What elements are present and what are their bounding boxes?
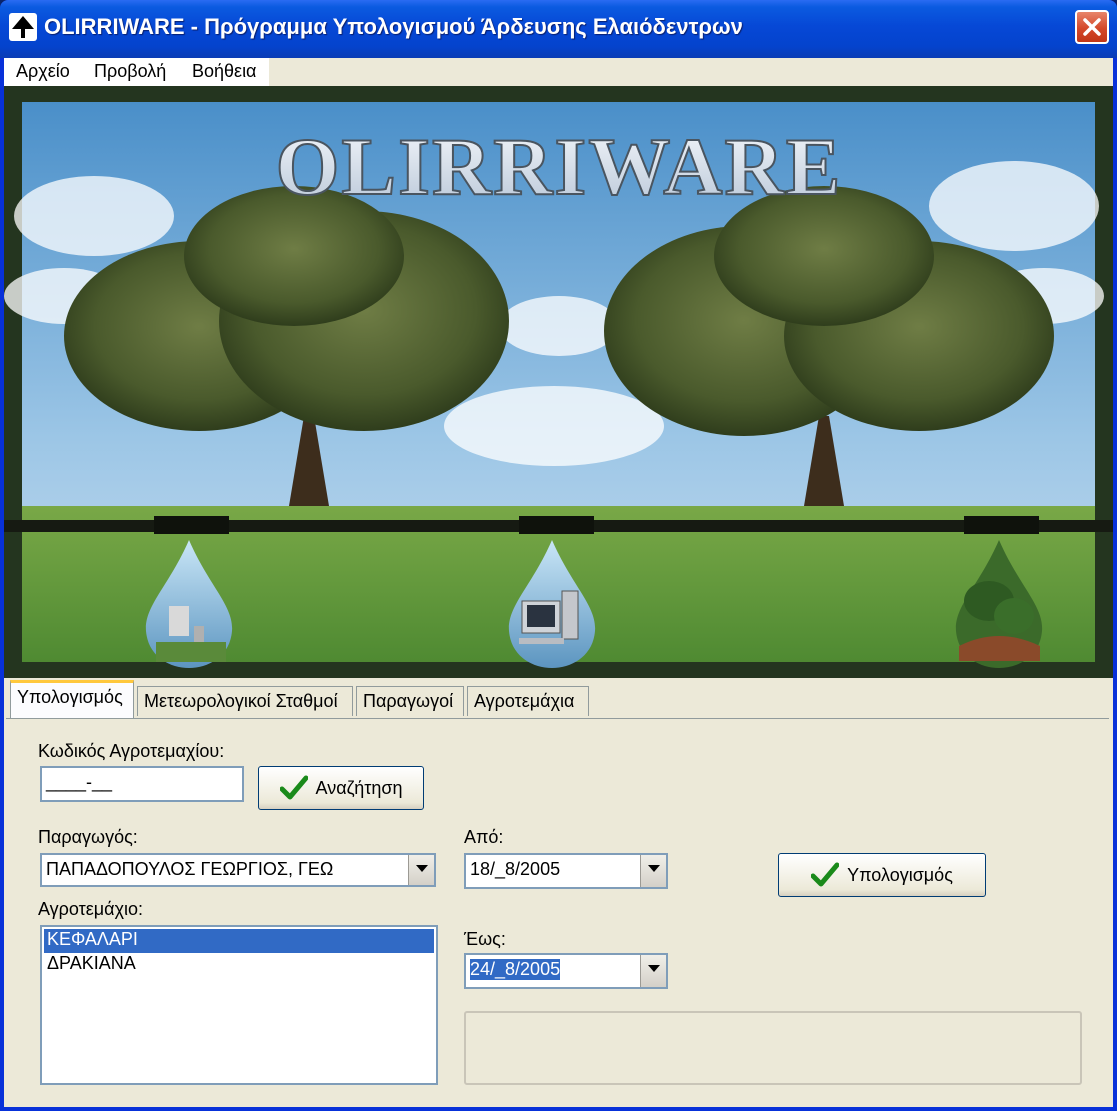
tab-plots[interactable]: Αγροτεμάχια: [467, 686, 589, 716]
banner-logo: OLIRRIWARE: [276, 121, 843, 212]
tab-strip: Υπολογισμός Μετεωρολογικοί Σταθμοί Παραγ…: [4, 680, 1113, 718]
plot-list-item[interactable]: ΚΕΦΑΛΑΡΙ: [44, 929, 434, 953]
search-button-label: Αναζήτηση: [315, 777, 403, 798]
to-date-picker[interactable]: 24/_8/2005: [464, 953, 668, 989]
from-label: Από:: [464, 827, 504, 847]
menu-file[interactable]: Αρχείο: [16, 61, 70, 82]
checkmark-icon: [811, 862, 840, 887]
plot-list-item[interactable]: ΔΡΑΚΙΑΝΑ: [44, 953, 434, 977]
menu-bar: Αρχείο Προβολή Βοήθεια: [4, 58, 269, 86]
banner-image: OLIRRIWARE: [4, 86, 1113, 678]
close-button[interactable]: [1075, 10, 1109, 44]
app-tree-icon: [9, 13, 37, 41]
producer-value: ΠΑΠΑΔΟΠΟΥΛΟΣ ΓΕΩΡΓΙΟΣ, ΓΕΩ: [46, 859, 334, 879]
producer-label: Παραγωγός:: [38, 827, 138, 847]
main-window: OLIRRIWARE - Πρόγραμμα Υπολογισμού Άρδευ…: [0, 0, 1117, 1111]
tab-producers[interactable]: Παραγωγοί: [356, 686, 464, 716]
calculate-button-label: Υπολογισμός: [847, 864, 953, 885]
from-date-value: 18/_8/2005: [470, 859, 561, 879]
from-date-picker[interactable]: 18/_8/2005: [464, 853, 668, 889]
calculate-button[interactable]: Υπολογισμός: [778, 853, 986, 897]
plot-code-label: Κωδικός Αγροτεμαχίου:: [38, 741, 225, 761]
menu-view[interactable]: Προβολή: [94, 61, 166, 82]
plot-label: Αγροτεμάχιο:: [38, 899, 144, 919]
menu-help[interactable]: Βοήθεια: [192, 61, 256, 82]
from-date-dropdown-button[interactable]: [640, 855, 666, 887]
plot-code-input[interactable]: ____-__: [40, 766, 244, 802]
result-box: [464, 1011, 1082, 1085]
chevron-down-icon: [648, 965, 660, 972]
close-icon: [1083, 18, 1101, 36]
to-date-dropdown-button[interactable]: [640, 955, 666, 987]
tab-calculation[interactable]: Υπολογισμός: [10, 680, 134, 718]
producer-select[interactable]: ΠΑΠΑΔΟΠΟΥΛΟΣ ΓΕΩΡΓΙΟΣ, ΓΕΩ: [40, 853, 436, 887]
client-area: Αρχείο Προβολή Βοήθεια OLIRRIWARE Υπολογ…: [4, 58, 1113, 1107]
calculation-panel: Κωδικός Αγροτεμαχίου: ____-__ Αναζήτηση …: [6, 718, 1109, 1105]
to-label: Έως:: [464, 929, 506, 949]
checkmark-icon: [279, 775, 308, 800]
chevron-down-icon: [416, 865, 428, 872]
title-bar[interactable]: OLIRRIWARE - Πρόγραμμα Υπολογισμού Άρδευ…: [0, 0, 1117, 58]
to-date-value: 24/_8/2005: [470, 959, 561, 980]
chevron-down-icon: [648, 865, 660, 872]
producer-dropdown-button[interactable]: [408, 855, 434, 885]
plot-listbox[interactable]: ΚΕΦΑΛΑΡΙ ΔΡΑΚΙΑΝΑ: [40, 925, 438, 1085]
window-title: OLIRRIWARE - Πρόγραμμα Υπολογισμού Άρδευ…: [44, 14, 743, 39]
tab-weather-stations[interactable]: Μετεωρολογικοί Σταθμοί: [137, 686, 353, 716]
search-button[interactable]: Αναζήτηση: [258, 766, 424, 810]
